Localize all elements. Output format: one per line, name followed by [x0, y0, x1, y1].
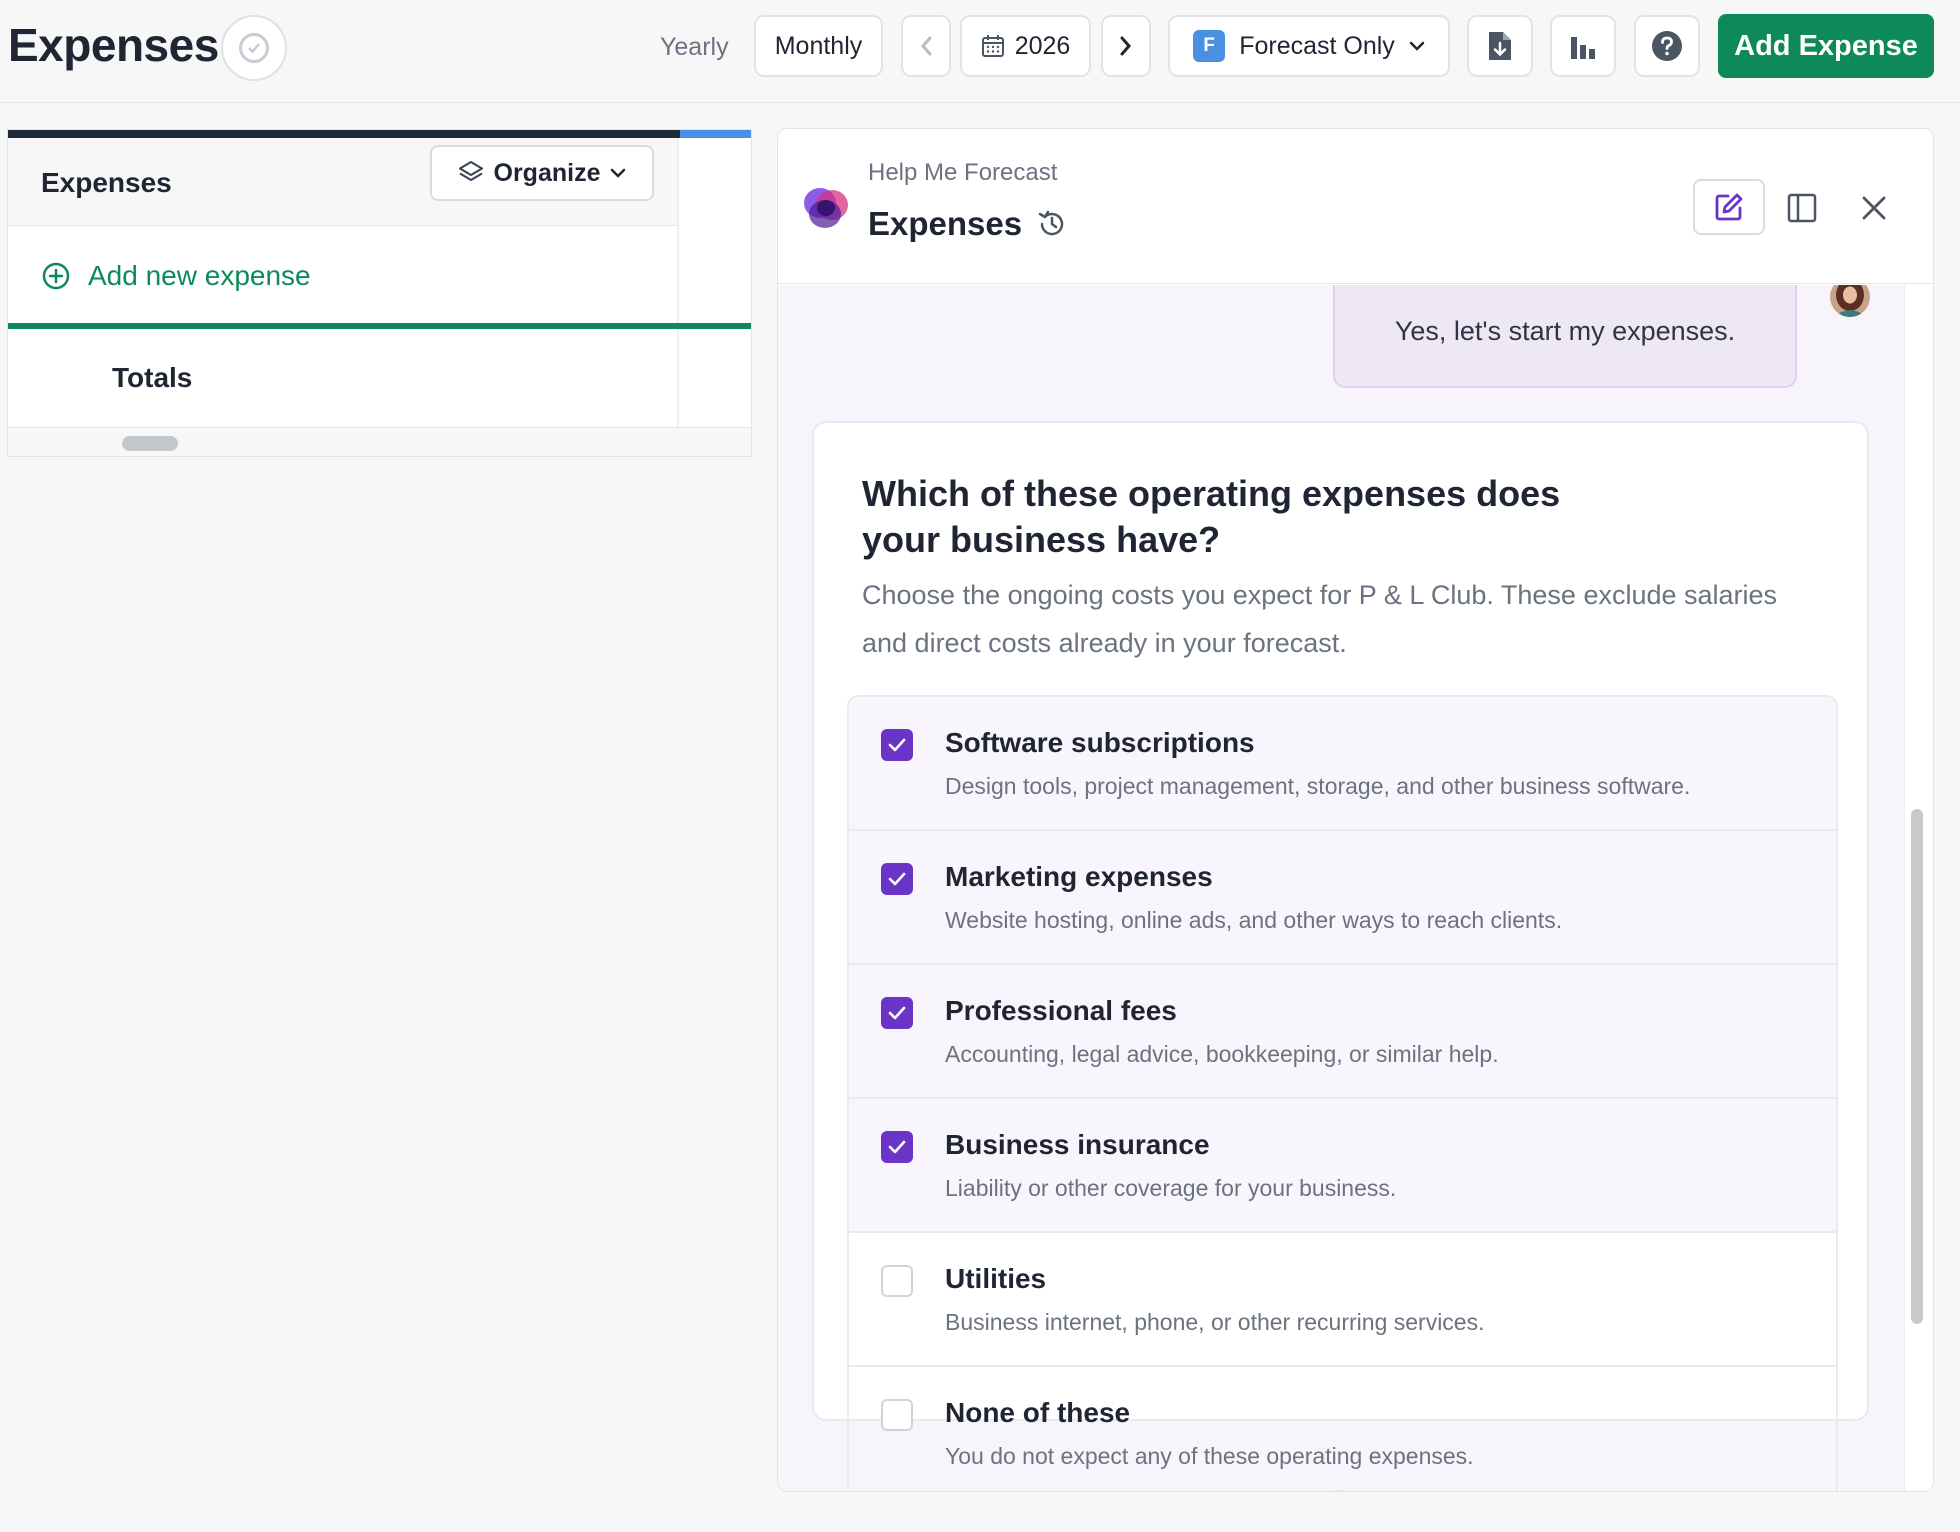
option-software-subscriptions[interactable]: Software subscriptions Design tools, pro… [849, 697, 1836, 831]
add-expense-button[interactable]: Add Expense [1718, 14, 1934, 78]
add-new-expense-link[interactable]: Add new expense [8, 227, 678, 325]
assistant-subtitle: Help Me Forecast [868, 159, 1058, 186]
chevron-left-icon [921, 36, 932, 56]
horizontal-scrollbar[interactable] [8, 427, 751, 456]
option-description: Design tools, project management, storag… [945, 773, 1691, 799]
option-none-of-these[interactable]: None of these You do not expect any of t… [849, 1367, 1836, 1491]
help-icon [1652, 31, 1682, 61]
option-title: None of these [945, 1397, 1131, 1428]
next-year-button[interactable] [1101, 15, 1151, 77]
checkbox-checked[interactable] [881, 863, 913, 895]
top-bar: Expenses Yearly Monthly 2026 F Forecast … [0, 0, 1960, 103]
layers-icon [458, 161, 483, 181]
chevron-down-icon [611, 168, 626, 178]
new-chat-button[interactable] [1693, 179, 1765, 235]
option-description: Business internet, phone, or other recur… [945, 1309, 1485, 1335]
table-accent-bar [8, 130, 680, 138]
table-header-title: Expenses [41, 167, 172, 198]
close-panel-button[interactable] [1854, 189, 1894, 227]
check-icon [888, 1140, 906, 1154]
option-utilities[interactable]: Utilities Business internet, phone, or o… [849, 1233, 1836, 1367]
option-title: Software subscriptions [945, 727, 1255, 758]
year-selector[interactable]: 2026 [960, 15, 1091, 77]
year-label: 2026 [1014, 31, 1071, 60]
status-indicator[interactable] [221, 15, 287, 81]
history-icon [1038, 210, 1064, 236]
option-description: Website hosting, online ads, and other w… [945, 907, 1563, 933]
organize-dropdown[interactable]: Organize [430, 145, 654, 201]
previous-year-button[interactable] [901, 15, 951, 77]
check-circle-icon [239, 33, 269, 63]
charts-button[interactable] [1550, 15, 1616, 77]
question-title: Which of these operating expenses does y… [862, 473, 1561, 560]
edit-icon [1715, 193, 1743, 221]
plus-circle-icon [42, 262, 70, 290]
sidebar-icon [1787, 193, 1817, 223]
question-description: Choose the ongoing costs you expect for … [862, 580, 1778, 658]
help-button[interactable] [1634, 15, 1700, 77]
dock-panel-button[interactable] [1782, 189, 1822, 227]
forecast-badge-icon: F [1193, 30, 1226, 62]
option-marketing-expenses[interactable]: Marketing expenses Website hosting, onli… [849, 831, 1836, 965]
option-description: Liability or other coverage for your bus… [945, 1175, 1397, 1201]
yearly-toggle[interactable]: Yearly [660, 33, 729, 62]
checkbox-checked[interactable] [881, 729, 913, 761]
option-title: Professional fees [945, 995, 1177, 1026]
monthly-toggle[interactable]: Monthly [754, 15, 883, 77]
export-button[interactable] [1467, 15, 1533, 77]
chat-scroll-thumb[interactable] [1911, 809, 1923, 1324]
check-icon [888, 738, 906, 752]
chevron-down-icon [1409, 41, 1425, 51]
option-description: Accounting, legal advice, bookkeeping, o… [945, 1041, 1499, 1067]
question-card: Which of these operating expenses does y… [812, 421, 1869, 1491]
option-title: Marketing expenses [945, 861, 1213, 892]
checkbox-unchecked[interactable] [881, 1399, 913, 1431]
option-description: You do not expect any of these operating… [945, 1443, 1474, 1469]
table-accent-bar-current [680, 130, 751, 138]
horizontal-scroll-thumb[interactable] [122, 436, 178, 451]
check-icon [888, 1006, 906, 1020]
totals-row: Totals [8, 329, 678, 427]
totals-label: Totals [112, 362, 193, 393]
assistant-logo-icon [804, 188, 848, 228]
expense-options-list: Software subscriptions Design tools, pro… [847, 695, 1838, 1491]
option-business-insurance[interactable]: Business insurance Liability or other co… [849, 1099, 1836, 1233]
page-title: Expenses [8, 19, 219, 71]
option-professional-fees[interactable]: Professional fees Accounting, legal advi… [849, 965, 1836, 1099]
forecast-scenario-label: Forecast Only [1239, 31, 1395, 60]
bar-chart-icon [1571, 37, 1595, 59]
assistant-header: Help Me Forecast Expenses [778, 129, 1933, 284]
assistant-title: Expenses [868, 205, 1023, 242]
add-new-expense-label: Add new expense [88, 260, 311, 291]
chevron-right-icon [1120, 36, 1131, 56]
organize-label: Organize [493, 158, 601, 187]
option-title: Business insurance [945, 1129, 1210, 1160]
checkbox-unchecked[interactable] [881, 1265, 913, 1297]
forecast-assistant-panel: Help Me Forecast Expenses Yes, let's sta… [777, 128, 1934, 1492]
forecast-scenario-dropdown[interactable]: F Forecast Only [1168, 15, 1450, 77]
checkbox-checked[interactable] [881, 1131, 913, 1163]
chat-thread: Yes, let's start my expenses. Which of t… [778, 285, 1904, 1491]
history-button[interactable] [1036, 208, 1068, 245]
file-download-icon [1489, 32, 1511, 60]
user-message-bubble: Yes, let's start my expenses. [1333, 285, 1797, 388]
checkbox-checked[interactable] [881, 997, 913, 1029]
calendar-icon [981, 35, 1004, 57]
option-title: Utilities [945, 1263, 1047, 1294]
close-icon [1862, 196, 1886, 220]
check-icon [888, 872, 906, 886]
user-avatar [1830, 285, 1870, 317]
